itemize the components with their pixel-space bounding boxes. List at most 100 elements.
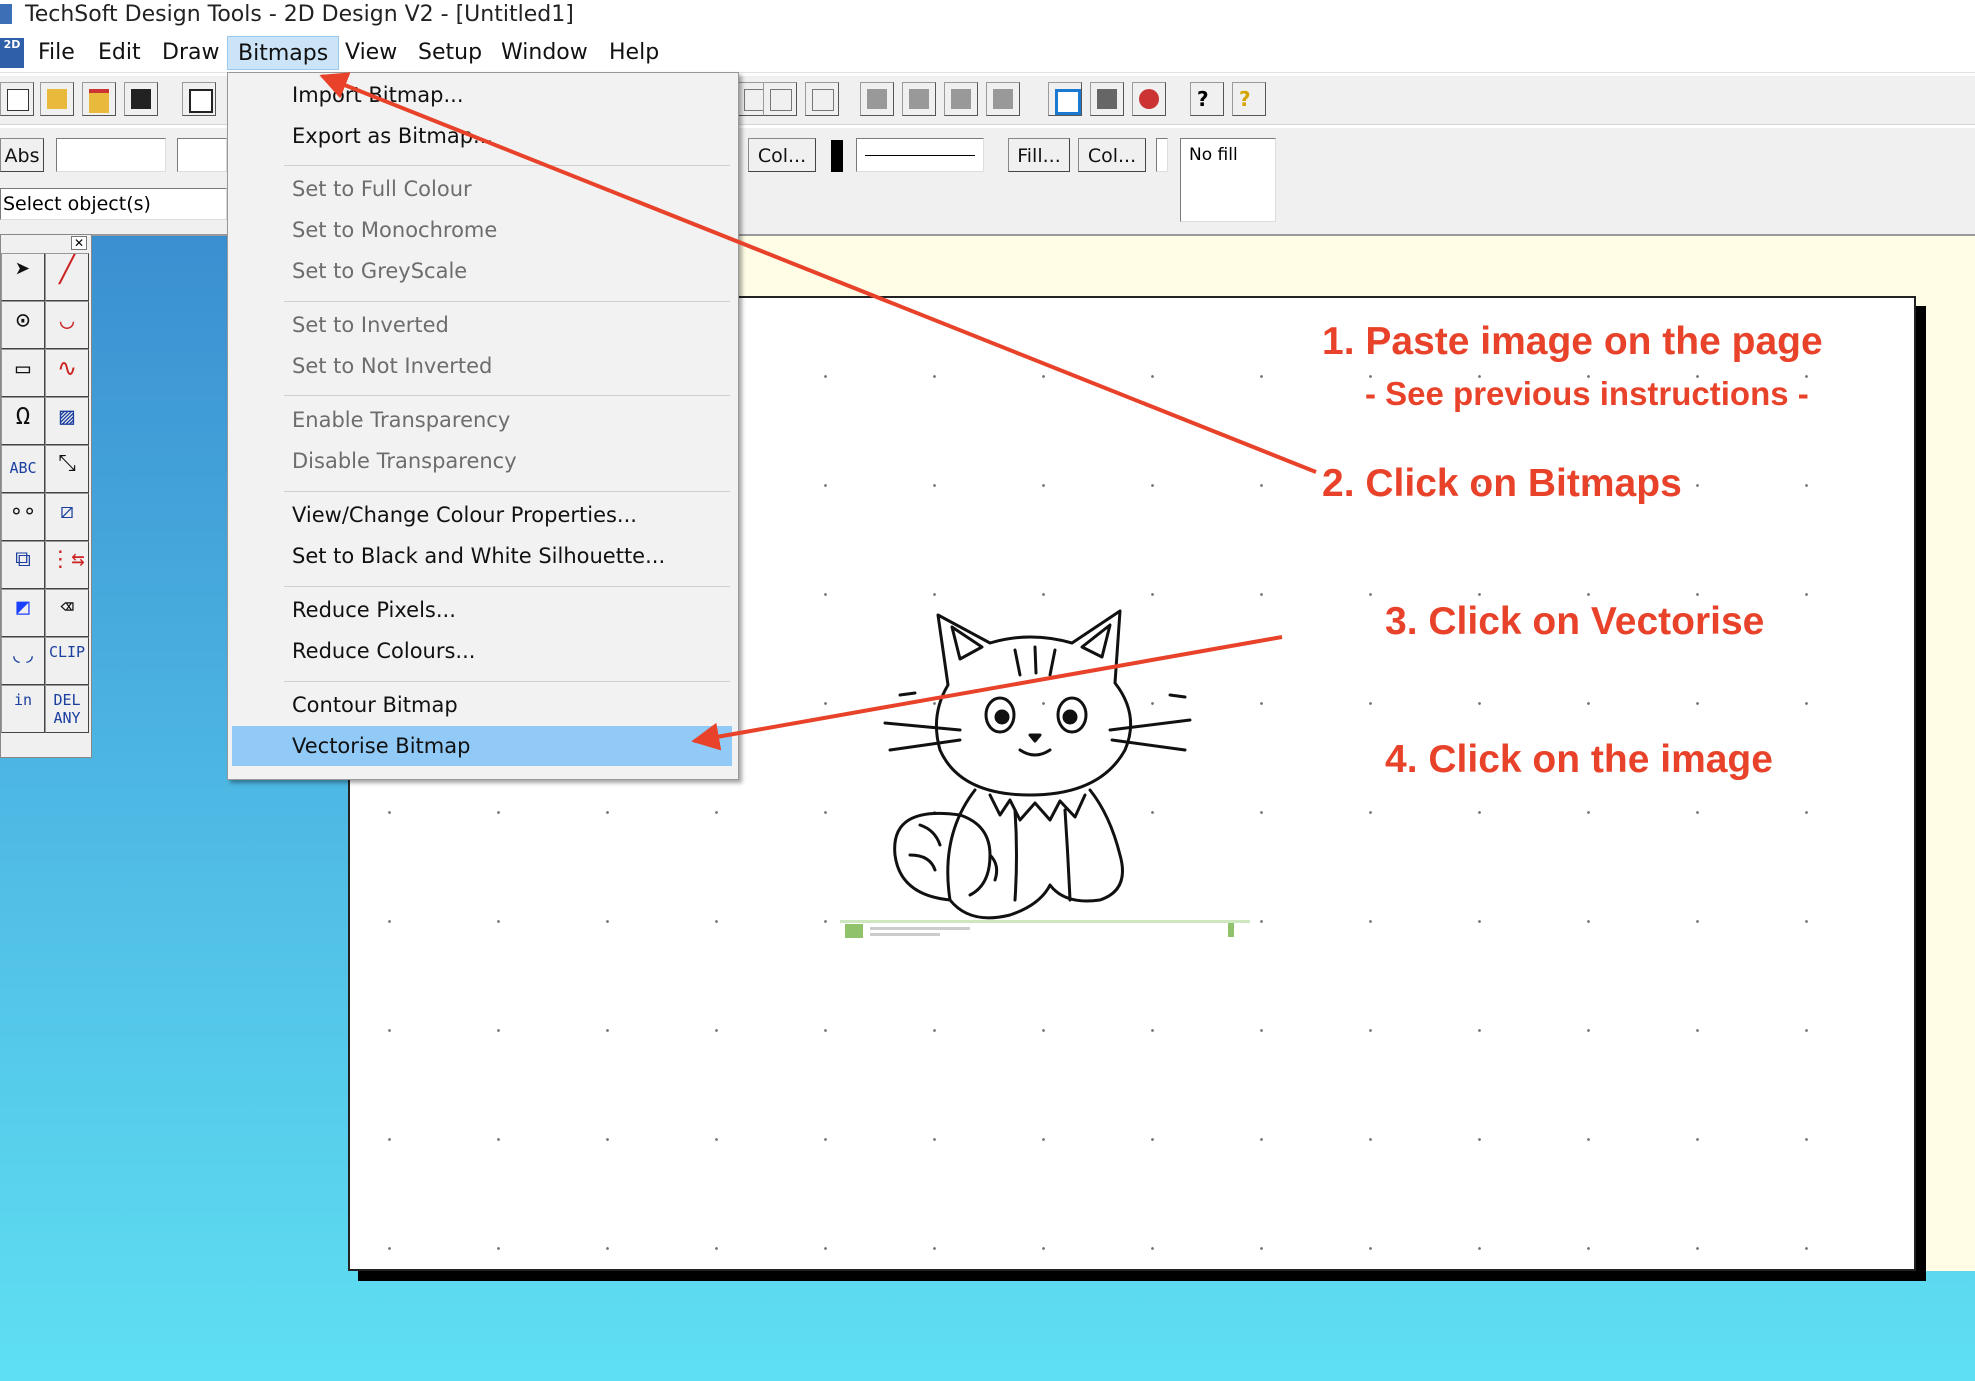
- menu-separator: [284, 491, 730, 492]
- menu-inverted[interactable]: Set to Inverted: [232, 305, 732, 345]
- menu-view[interactable]: View: [335, 36, 407, 70]
- array-tool[interactable]: ⋮⇆: [45, 541, 89, 589]
- machine-icon: [1139, 89, 1159, 109]
- x-coordinate-input[interactable]: [56, 138, 166, 172]
- layer-icon: [993, 89, 1013, 109]
- menu-disable-transparency[interactable]: Disable Transparency: [232, 441, 732, 481]
- context-help-button[interactable]: ?: [1190, 82, 1224, 116]
- print-button[interactable]: [1090, 82, 1124, 116]
- menu-not-inverted[interactable]: Set to Not Inverted: [232, 346, 732, 386]
- open-add-button[interactable]: [82, 82, 116, 116]
- layer-icon: [867, 89, 887, 109]
- dimension-icon: ⤡: [58, 451, 76, 476]
- arrange-button-2[interactable]: [763, 82, 797, 116]
- palette-close-icon[interactable]: ✕: [71, 236, 87, 250]
- delete-label: DEL: [53, 691, 81, 709]
- open-file-button[interactable]: [40, 82, 74, 116]
- menu-contour-bitmap[interactable]: Contour Bitmap: [232, 685, 732, 725]
- menu-silhouette[interactable]: Set to Black and White Silhouette...: [232, 536, 732, 576]
- instruction-step-4: 4. Click on the image: [1385, 738, 1773, 781]
- menu-bitmaps[interactable]: Bitmaps: [227, 36, 340, 70]
- page-icon: [189, 89, 213, 113]
- copy-tool[interactable]: ⧉: [1, 541, 45, 589]
- menu-draw[interactable]: Draw: [152, 36, 229, 70]
- fill-button[interactable]: Fill...: [1008, 138, 1070, 172]
- layer-button-4[interactable]: [986, 82, 1020, 116]
- clip-tool[interactable]: CLIP: [45, 637, 89, 685]
- menu-bar: 2D File Edit Draw Bitmaps View Setup Win…: [0, 36, 1975, 73]
- delete-any-tool[interactable]: DEL ANY: [45, 685, 89, 733]
- menu-separator: [284, 301, 730, 302]
- menu-colour-properties[interactable]: View/Change Colour Properties...: [232, 495, 732, 535]
- new-file-button[interactable]: [0, 82, 34, 116]
- line-colour-button[interactable]: Col...: [748, 138, 816, 172]
- menu-enable-transparency[interactable]: Enable Transparency: [232, 400, 732, 440]
- instruction-step-3: 3. Click on Vectorise: [1385, 600, 1765, 643]
- erase-tool[interactable]: ⌫: [45, 589, 89, 637]
- offset-tool[interactable]: Ω: [1, 397, 45, 445]
- insert-label: in: [13, 691, 33, 709]
- line-colour-swatch: [831, 140, 843, 172]
- menu-export-bitmap[interactable]: Export as Bitmap...: [232, 116, 732, 156]
- arrange-button-3[interactable]: [805, 82, 839, 116]
- menu-help[interactable]: Help: [599, 36, 669, 70]
- monitor-icon: [1055, 89, 1081, 115]
- select-tool[interactable]: ➤: [1, 253, 45, 301]
- menu-separator: [284, 395, 730, 396]
- save-disk-icon: [131, 89, 151, 109]
- menu-edit[interactable]: Edit: [88, 36, 151, 70]
- transform-tool[interactable]: ⧄: [45, 493, 89, 541]
- dimension-tool[interactable]: ⤡: [45, 445, 89, 493]
- points-tool[interactable]: ∘∘: [1, 493, 45, 541]
- fill-colour-button[interactable]: Col...: [1078, 138, 1146, 172]
- rectangle-icon: ▭: [15, 354, 31, 382]
- circle-icon: ⊙: [15, 306, 31, 334]
- menu-reduce-pixels[interactable]: Reduce Pixels...: [232, 590, 732, 630]
- menu-window[interactable]: Window: [491, 36, 598, 70]
- layer-button-1[interactable]: [860, 82, 894, 116]
- arc-tool[interactable]: ◡: [45, 301, 89, 349]
- page-setup-button[interactable]: [182, 82, 216, 116]
- document-icon[interactable]: 2D: [0, 38, 24, 68]
- line-style-select[interactable]: [856, 138, 984, 172]
- screen-button[interactable]: [1048, 82, 1082, 116]
- curve-tool[interactable]: ∿: [45, 349, 89, 397]
- status-prompt: Select object(s): [0, 188, 227, 220]
- menu-greyscale[interactable]: Set to GreyScale: [232, 251, 732, 291]
- menu-separator: [284, 681, 730, 682]
- menu-full-colour[interactable]: Set to Full Colour: [232, 169, 732, 209]
- fillet-tool[interactable]: ◟◞: [1, 637, 45, 685]
- save-button[interactable]: [124, 82, 158, 116]
- layer-button-3[interactable]: [944, 82, 978, 116]
- menu-setup[interactable]: Setup: [408, 36, 492, 70]
- fill-preview: No fill: [1180, 138, 1276, 222]
- pointer-help-icon: ?: [1197, 87, 1209, 111]
- rectangle-tool[interactable]: ▭: [1, 349, 45, 397]
- circle-tool[interactable]: ⊙: [1, 301, 45, 349]
- menu-import-bitmap[interactable]: Import Bitmap...: [232, 75, 732, 115]
- help-button[interactable]: ?: [1232, 82, 1266, 116]
- any-label: ANY: [53, 709, 81, 727]
- menu-monochrome[interactable]: Set to Monochrome: [232, 210, 732, 250]
- fillet-icon: ◟◞: [9, 643, 37, 668]
- menu-reduce-colours[interactable]: Reduce Colours...: [232, 631, 732, 671]
- layer-button-2[interactable]: [902, 82, 936, 116]
- scale-tool[interactable]: ◩: [1, 589, 45, 637]
- menu-separator: [284, 165, 730, 166]
- abs-button[interactable]: Abs: [0, 138, 44, 172]
- insert-tool[interactable]: in: [1, 685, 45, 733]
- points-icon: ∘∘: [9, 499, 37, 524]
- bitmaps-menu: Import Bitmap... Export as Bitmap... Set…: [227, 72, 739, 780]
- instruction-step-1: 1. Paste image on the page: [1322, 320, 1823, 363]
- menu-file[interactable]: File: [28, 36, 85, 70]
- text-tool[interactable]: ABC: [1, 445, 45, 493]
- cut-machine-button[interactable]: [1132, 82, 1166, 116]
- y-coordinate-input[interactable]: [177, 138, 227, 172]
- cat-image[interactable]: [840, 555, 1260, 940]
- menu-vectorise-bitmap[interactable]: Vectorise Bitmap: [232, 726, 732, 766]
- hatch-tool[interactable]: ▨: [45, 397, 89, 445]
- array-icon: ⋮⇆: [49, 547, 85, 572]
- offset-icon: Ω: [15, 402, 31, 430]
- line-tool[interactable]: ╱: [45, 253, 89, 301]
- title-bar: TechSoft Design Tools - 2D Design V2 - […: [0, 0, 1975, 30]
